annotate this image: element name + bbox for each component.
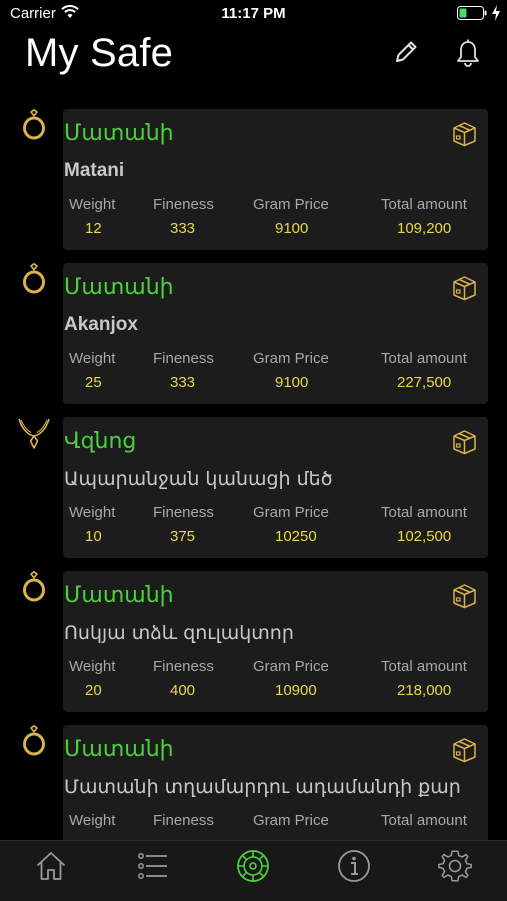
- item-category: Մատանի: [64, 583, 174, 608]
- weight-value: 10: [85, 528, 102, 545]
- necklace-icon: [18, 418, 50, 449]
- list-icon[interactable]: [136, 849, 170, 883]
- home-icon[interactable]: [34, 849, 68, 883]
- ring-icon: [23, 263, 45, 294]
- weight-label: Weight: [69, 196, 116, 213]
- item-card[interactable]: Մատանի Matani Weight Fineness Gram Price…: [63, 109, 488, 250]
- box-icon[interactable]: [451, 582, 478, 609]
- ring-icon: [23, 725, 45, 756]
- gram-price-value: 9100: [275, 220, 309, 237]
- edit-icon[interactable]: [392, 38, 420, 66]
- total-amount-value: 218,000: [397, 682, 452, 699]
- gram-price-label: Gram Price: [253, 504, 329, 521]
- weight-value: 25: [85, 374, 102, 391]
- item-card[interactable]: Վզնոց Ապարանջան կանացի մեծ Weight Finene…: [63, 417, 488, 558]
- item-name: Akanjox: [64, 314, 138, 335]
- ring-icon: [23, 571, 45, 602]
- fineness-label: Fineness: [153, 812, 214, 829]
- status-time: 11:17 PM: [221, 5, 286, 22]
- item-category: Վզնոց: [64, 429, 137, 454]
- item-name: Ապարանջան կանացի մեծ: [64, 468, 333, 490]
- item-card[interactable]: Մատանի Մատանի տղամարդու ադամանդի քար Wei…: [63, 725, 488, 840]
- total-amount-value: 227,500: [397, 374, 452, 391]
- box-icon[interactable]: [451, 428, 478, 455]
- gram-price-label: Gram Price: [253, 658, 329, 675]
- gram-price-value: 10900: [275, 682, 317, 699]
- safe-icon[interactable]: [236, 849, 270, 883]
- item-name: Մատանի տղամարդու ադամանդի քար: [64, 776, 461, 798]
- settings-icon[interactable]: [438, 849, 472, 883]
- box-icon[interactable]: [451, 120, 478, 147]
- weight-label: Weight: [69, 658, 116, 675]
- charging-icon: [492, 5, 500, 21]
- total-amount-label: Total amount: [381, 812, 467, 829]
- tab-bar: [0, 840, 507, 901]
- ring-icon: [23, 109, 45, 140]
- fineness-value: 400: [170, 682, 196, 699]
- gram-price-value: 9100: [275, 374, 309, 391]
- item-category: Մատանի: [64, 275, 174, 300]
- total-amount-label: Total amount: [381, 658, 467, 675]
- item-category: Մատանի: [64, 121, 174, 146]
- list-item[interactable]: Վզնոց Ապարանջան կանացի մեծ Weight Finene…: [0, 417, 507, 559]
- status-bar: Carrier 11:17 PM: [0, 0, 507, 28]
- fineness-label: Fineness: [153, 350, 214, 367]
- item-name: Matani: [64, 160, 125, 181]
- jewelry-list[interactable]: Մատանի Matani Weight Fineness Gram Price…: [0, 109, 507, 840]
- gram-price-value: 10250: [275, 528, 317, 545]
- list-item[interactable]: Մատանի Մատանի տղամարդու ադամանդի քար Wei…: [0, 725, 507, 840]
- fineness-label: Fineness: [153, 196, 214, 213]
- info-icon[interactable]: [337, 849, 371, 883]
- total-amount-label: Total amount: [381, 504, 467, 521]
- fineness-value: 375: [170, 528, 196, 545]
- item-category: Մատանի: [64, 737, 174, 762]
- weight-label: Weight: [69, 350, 116, 367]
- fineness-value: 333: [170, 374, 196, 391]
- gram-price-label: Gram Price: [253, 350, 329, 367]
- total-amount-label: Total amount: [381, 196, 467, 213]
- weight-value: 20: [85, 682, 102, 699]
- item-name: Ոսկյա տձև զուլակտոր: [64, 622, 294, 644]
- fineness-value: 333: [170, 220, 196, 237]
- bell-icon[interactable]: [454, 38, 482, 68]
- battery-icon: [457, 6, 487, 20]
- list-item[interactable]: Մատանի Ոսկյա տձև զուլակտոր Weight Finene…: [0, 571, 507, 713]
- gram-price-label: Gram Price: [253, 812, 329, 829]
- item-card[interactable]: Մատանի Ոսկյա տձև զուլակտոր Weight Finene…: [63, 571, 488, 712]
- gram-price-label: Gram Price: [253, 196, 329, 213]
- weight-label: Weight: [69, 504, 116, 521]
- fineness-label: Fineness: [153, 658, 214, 675]
- total-amount-value: 109,200: [397, 220, 452, 237]
- weight-label: Weight: [69, 812, 116, 829]
- fineness-label: Fineness: [153, 504, 214, 521]
- item-card[interactable]: Մատանի Akanjox Weight Fineness Gram Pric…: [63, 263, 488, 404]
- box-icon[interactable]: [451, 736, 478, 763]
- page-title: My Safe: [25, 31, 174, 75]
- box-icon[interactable]: [451, 274, 478, 301]
- total-amount-label: Total amount: [381, 350, 467, 367]
- weight-value: 12: [85, 220, 102, 237]
- total-amount-value: 102,500: [397, 528, 452, 545]
- list-item[interactable]: Մատանի Matani Weight Fineness Gram Price…: [0, 109, 507, 251]
- list-item[interactable]: Մատանի Akanjox Weight Fineness Gram Pric…: [0, 263, 507, 405]
